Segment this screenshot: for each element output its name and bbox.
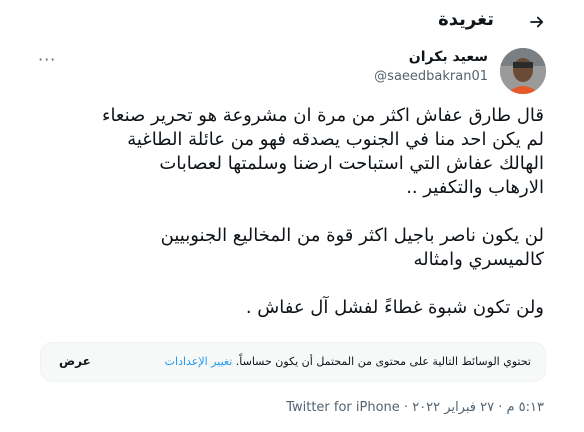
show-media-button[interactable]: عرض [59, 354, 91, 368]
page-title: تغريدة [438, 9, 494, 30]
avatar[interactable] [500, 48, 546, 94]
tweet-text: قال طارق عفاش اكثر من مرة ان مشروعة هو ت… [34, 104, 544, 320]
tweet-timestamp[interactable]: ٥:١٣ م · ٢٧ فبراير ٢٠٢٢ · [404, 400, 544, 415]
warning-message: تحتوي الوسائط التالية على محتوى من المحت… [235, 355, 531, 368]
sensitive-media-warning: تحتوي الوسائط التالية على محتوى من المحت… [40, 342, 546, 382]
change-settings-link[interactable]: تغيير الإعدادات [165, 355, 233, 368]
tweet-source: Twitter for iPhone [286, 400, 400, 415]
tweet-paragraph-2: لن يكون ناصر باجيل اكثر قوة من المخاليع … [160, 225, 544, 270]
tweet-meta: ٥:١٣ م · ٢٧ فبراير ٢٠٢٢ · Twitter for iP… [286, 400, 544, 415]
author-name[interactable]: سعيد بكران [409, 49, 488, 65]
warning-text: تحتوي الوسائط التالية على محتوى من المحت… [165, 355, 531, 368]
tweet-paragraph-3: ولن تكون شبوة غطاءً لفشل آل عفاش . [245, 297, 544, 318]
tweet-paragraph-1: قال طارق عفاش اكثر من مرة ان مشروعة هو ت… [101, 105, 544, 198]
back-arrow-icon[interactable] [526, 11, 548, 33]
author-handle[interactable]: @saeedbakran01 [374, 69, 488, 84]
more-dots-icon[interactable]: ··· [38, 50, 56, 69]
